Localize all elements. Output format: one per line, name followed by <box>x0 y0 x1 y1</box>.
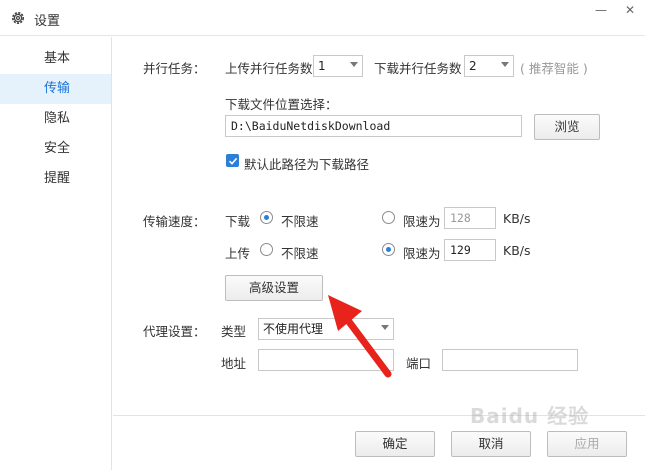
upload-speed-label: 上传 <box>225 246 251 261</box>
gear-icon <box>12 12 24 24</box>
upload-unlimited-radio[interactable] <box>260 243 273 256</box>
upload-parallel-value: 1 <box>318 59 326 73</box>
upload-parallel-label: 上传并行任务数 <box>225 61 313 76</box>
upload-unit-label: KB/s <box>503 243 531 258</box>
proxy-type-value: 不使用代理 <box>263 322 324 336</box>
cancel-button[interactable]: 取消 <box>451 431 531 457</box>
upload-limit-label: 限速为 <box>403 246 441 261</box>
proxy-type-label: 类型 <box>221 324 247 339</box>
download-limit-label: 限速为 <box>403 214 441 229</box>
download-unlimited-radio[interactable] <box>260 211 273 224</box>
sidebar-item-privacy[interactable]: 隐私 <box>0 104 111 134</box>
browse-button[interactable]: 浏览 <box>534 114 600 140</box>
default-path-checkbox[interactable] <box>226 154 239 167</box>
download-speed-label: 下载 <box>225 214 251 229</box>
check-icon <box>228 157 238 165</box>
download-unlimited-label: 不限速 <box>281 214 319 229</box>
upload-limit-radio[interactable] <box>382 243 395 256</box>
download-limit-input[interactable]: 128 <box>444 207 496 229</box>
ok-button[interactable]: 确定 <box>355 431 435 457</box>
chevron-down-icon <box>350 62 358 67</box>
settings-panel: 并行任务： 上传并行任务数 1 下载并行任务数 2 ( 推荐智能 ) 下载文件位… <box>113 37 645 470</box>
upload-limit-input[interactable]: 129 <box>444 239 496 261</box>
sidebar-item-basic[interactable]: 基本 <box>0 44 111 74</box>
parallel-hint: ( 推荐智能 ) <box>520 61 588 76</box>
upload-parallel-select[interactable]: 1 <box>313 55 363 77</box>
window-title: 设置 <box>34 14 61 29</box>
sidebar-item-security[interactable]: 安全 <box>0 134 111 164</box>
proxy-port-input[interactable] <box>442 349 578 371</box>
parallel-section-label: 并行任务： <box>143 61 206 76</box>
download-parallel-select[interactable]: 2 <box>464 55 514 77</box>
download-unit-label: KB/s <box>503 211 531 226</box>
sidebar: 基本 传输 隐私 安全 提醒 <box>0 37 112 470</box>
advanced-settings-button[interactable]: 高级设置 <box>225 275 323 301</box>
minimize-button[interactable]: — <box>590 2 612 18</box>
close-button[interactable]: ✕ <box>619 2 641 18</box>
proxy-section-label: 代理设置： <box>143 324 206 339</box>
sidebar-item-reminder[interactable]: 提醒 <box>0 164 111 194</box>
title-bar: 设置 — ✕ <box>0 0 645 36</box>
download-limit-radio[interactable] <box>382 211 395 224</box>
proxy-address-label: 地址 <box>221 356 247 371</box>
sidebar-item-transfer[interactable]: 传输 <box>0 74 111 104</box>
proxy-port-label: 端口 <box>406 356 432 371</box>
download-location-label: 下载文件位置选择： <box>225 97 338 112</box>
download-parallel-value: 2 <box>469 59 477 73</box>
upload-unlimited-label: 不限速 <box>281 246 319 261</box>
default-path-label: 默认此路径为下载路径 <box>244 157 370 172</box>
download-parallel-label: 下载并行任务数 <box>374 61 462 76</box>
speed-section-label: 传输速度： <box>143 214 206 229</box>
red-arrow-annotation <box>328 295 392 378</box>
footer-divider <box>113 415 645 416</box>
download-path-input[interactable]: D:\BaiduNetdiskDownload <box>225 115 522 137</box>
chevron-down-icon <box>501 62 509 67</box>
apply-button[interactable]: 应用 <box>547 431 627 457</box>
